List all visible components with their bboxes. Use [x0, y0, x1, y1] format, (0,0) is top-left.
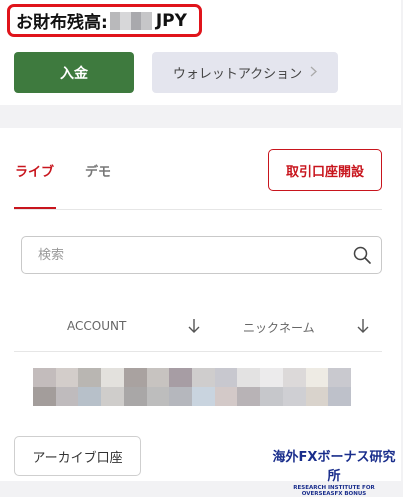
- header-divider: [14, 351, 382, 352]
- mosaic-block: [169, 387, 192, 406]
- mosaic-block: [237, 387, 261, 406]
- mosaic-block: [33, 387, 56, 406]
- mosaic-block: [282, 387, 306, 406]
- mosaic-block: [55, 387, 79, 406]
- arrow-down-icon[interactable]: [187, 318, 201, 338]
- site-watermark-logo: 海外FXボーナス研究所 RESEARCH INSTITUTE FOR OVERS…: [272, 446, 396, 497]
- search-box[interactable]: [21, 236, 382, 274]
- search-input[interactable]: [36, 246, 340, 264]
- column-header-account[interactable]: ACCOUNT: [67, 319, 126, 333]
- mosaic-block: [120, 11, 131, 30]
- mosaic-block: [109, 11, 121, 30]
- wallet-action-label: ウォレットアクション: [172, 67, 303, 82]
- watermark-title: 海外FXボーナス研究所: [272, 450, 396, 484]
- mosaic-block: [214, 387, 238, 406]
- open-trading-account-button[interactable]: 取引口座開設: [268, 149, 382, 191]
- account-row-redacted[interactable]: [33, 368, 351, 406]
- mosaic-block: [282, 368, 306, 387]
- balance-label: お財布残高:: [16, 13, 108, 33]
- mosaic-block: [141, 11, 152, 30]
- deposit-button[interactable]: 入金: [14, 52, 134, 93]
- mosaic-block: [214, 368, 238, 387]
- mosaic-block: [123, 368, 147, 387]
- wallet-action-button[interactable]: ウォレットアクション: [152, 52, 338, 93]
- arrow-down-icon[interactable]: [356, 318, 370, 338]
- tab-demo[interactable]: デモ: [85, 161, 111, 180]
- mosaic-block: [130, 11, 142, 30]
- mosaic-block: [33, 368, 56, 387]
- chevron-right-icon: [310, 66, 318, 80]
- mosaic-block: [260, 368, 283, 387]
- balance-currency: JPY: [155, 10, 187, 31]
- mosaic-block: [328, 368, 351, 387]
- mosaic-block: [55, 368, 79, 387]
- mosaic-block: [305, 387, 329, 406]
- mosaic-block: [78, 387, 102, 406]
- balance-amount-redacted: [109, 11, 152, 30]
- mosaic-block: [146, 387, 170, 406]
- mosaic-block: [260, 387, 283, 406]
- mosaic-block: [191, 387, 215, 406]
- mosaic-block: [123, 387, 147, 406]
- mosaic-block: [191, 368, 215, 387]
- watermark-subtitle: RESEARCH INSTITUTE FOR OVERSEASFX BONUS: [293, 485, 375, 497]
- mosaic-block: [305, 368, 329, 387]
- mosaic-block: [101, 387, 124, 406]
- column-header-nickname[interactable]: ニックネーム: [243, 319, 315, 336]
- search-icon[interactable]: [353, 246, 371, 268]
- mosaic-block: [146, 368, 170, 387]
- archive-accounts-button[interactable]: アーカイブ口座: [14, 436, 141, 476]
- wallet-balance: お財布残高: JPY: [7, 4, 202, 37]
- mosaic-block: [78, 368, 102, 387]
- mosaic-block: [101, 368, 124, 387]
- mosaic-block: [169, 368, 192, 387]
- mosaic-block: [328, 387, 351, 406]
- tab-live[interactable]: ライブ: [15, 161, 54, 180]
- mosaic-block: [237, 368, 261, 387]
- tabs-divider: [14, 209, 382, 210]
